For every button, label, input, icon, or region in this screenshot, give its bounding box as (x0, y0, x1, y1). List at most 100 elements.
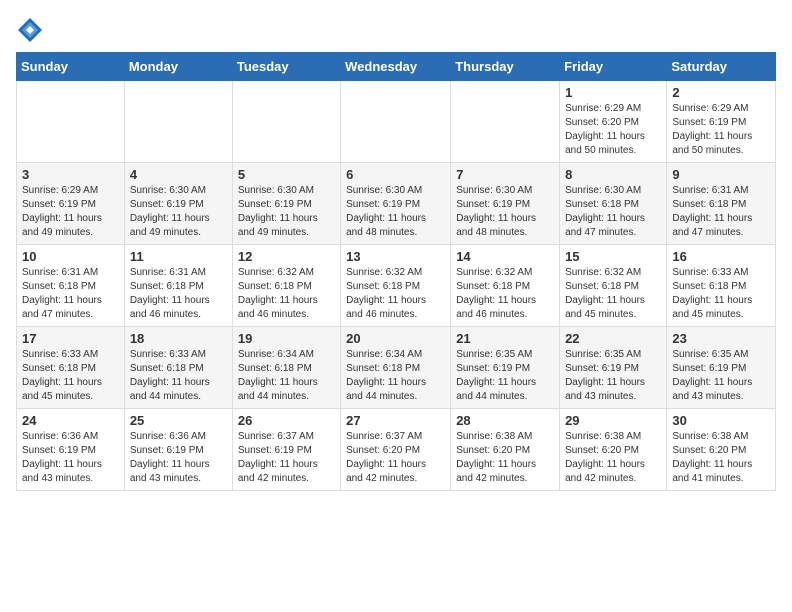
calendar-cell: 27 Sunrise: 6:37 AM Sunset: 6:20 PM Dayli… (341, 409, 451, 491)
calendar-header-row: SundayMondayTuesdayWednesdayThursdayFrid… (17, 53, 776, 81)
calendar-cell: 28 Sunrise: 6:38 AM Sunset: 6:20 PM Dayli… (451, 409, 560, 491)
day-info: Sunrise: 6:33 AM Sunset: 6:18 PM Dayligh… (130, 348, 227, 404)
calendar-cell: 21 Sunrise: 6:35 AM Sunset: 6:19 PM Dayli… (451, 327, 560, 409)
calendar-cell: 23 Sunrise: 6:35 AM Sunset: 6:19 PM Dayli… (667, 327, 776, 409)
page-header (16, 16, 776, 44)
calendar-cell (341, 81, 451, 163)
day-header-sunday: Sunday (17, 53, 125, 81)
day-info: Sunrise: 6:31 AM Sunset: 6:18 PM Dayligh… (672, 184, 770, 240)
day-number: 24 (22, 413, 119, 428)
calendar-cell: 16 Sunrise: 6:33 AM Sunset: 6:18 PM Dayli… (667, 245, 776, 327)
day-header-friday: Friday (560, 53, 667, 81)
day-info: Sunrise: 6:32 AM Sunset: 6:18 PM Dayligh… (238, 266, 335, 322)
day-number: 18 (130, 331, 227, 346)
calendar-cell: 12 Sunrise: 6:32 AM Sunset: 6:18 PM Dayli… (232, 245, 340, 327)
day-info: Sunrise: 6:37 AM Sunset: 6:19 PM Dayligh… (238, 430, 335, 486)
day-info: Sunrise: 6:34 AM Sunset: 6:18 PM Dayligh… (346, 348, 445, 404)
day-header-monday: Monday (124, 53, 232, 81)
day-info: Sunrise: 6:31 AM Sunset: 6:18 PM Dayligh… (130, 266, 227, 322)
day-number: 6 (346, 167, 445, 182)
day-info: Sunrise: 6:29 AM Sunset: 6:19 PM Dayligh… (672, 102, 770, 158)
day-number: 2 (672, 85, 770, 100)
day-number: 5 (238, 167, 335, 182)
day-info: Sunrise: 6:30 AM Sunset: 6:19 PM Dayligh… (130, 184, 227, 240)
day-info: Sunrise: 6:29 AM Sunset: 6:20 PM Dayligh… (565, 102, 661, 158)
calendar-cell: 1Sunrise: 6:29 AM Sunset: 6:20 PM Daylig… (560, 81, 667, 163)
calendar-cell (124, 81, 232, 163)
day-number: 20 (346, 331, 445, 346)
calendar-cell (17, 81, 125, 163)
calendar-cell: 4 Sunrise: 6:30 AM Sunset: 6:19 PM Daylig… (124, 163, 232, 245)
day-info: Sunrise: 6:35 AM Sunset: 6:19 PM Dayligh… (565, 348, 661, 404)
day-number: 29 (565, 413, 661, 428)
day-number: 14 (456, 249, 554, 264)
day-number: 7 (456, 167, 554, 182)
day-number: 21 (456, 331, 554, 346)
day-header-saturday: Saturday (667, 53, 776, 81)
calendar-cell: 17 Sunrise: 6:33 AM Sunset: 6:18 PM Dayli… (17, 327, 125, 409)
day-header-tuesday: Tuesday (232, 53, 340, 81)
day-info: Sunrise: 6:38 AM Sunset: 6:20 PM Dayligh… (672, 430, 770, 486)
day-info: Sunrise: 6:33 AM Sunset: 6:18 PM Dayligh… (22, 348, 119, 404)
day-number: 12 (238, 249, 335, 264)
calendar-cell: 2 Sunrise: 6:29 AM Sunset: 6:19 PM Daylig… (667, 81, 776, 163)
day-info: Sunrise: 6:30 AM Sunset: 6:19 PM Dayligh… (346, 184, 445, 240)
day-number: 19 (238, 331, 335, 346)
calendar-cell: 18 Sunrise: 6:33 AM Sunset: 6:18 PM Dayli… (124, 327, 232, 409)
day-info: Sunrise: 6:33 AM Sunset: 6:18 PM Dayligh… (672, 266, 770, 322)
day-number: 26 (238, 413, 335, 428)
calendar-cell: 7 Sunrise: 6:30 AM Sunset: 6:19 PM Daylig… (451, 163, 560, 245)
calendar-cell: 30 Sunrise: 6:38 AM Sunset: 6:20 PM Dayli… (667, 409, 776, 491)
day-info: Sunrise: 6:36 AM Sunset: 6:19 PM Dayligh… (130, 430, 227, 486)
calendar-cell: 24 Sunrise: 6:36 AM Sunset: 6:19 PM Dayli… (17, 409, 125, 491)
calendar-cell: 13Sunrise: 6:32 AM Sunset: 6:18 PM Dayli… (341, 245, 451, 327)
day-number: 27 (346, 413, 445, 428)
week-row-1: 1Sunrise: 6:29 AM Sunset: 6:20 PM Daylig… (17, 81, 776, 163)
day-number: 8 (565, 167, 661, 182)
logo-icon (16, 16, 44, 44)
day-number: 3 (22, 167, 119, 182)
calendar-cell (451, 81, 560, 163)
day-info: Sunrise: 6:34 AM Sunset: 6:18 PM Dayligh… (238, 348, 335, 404)
day-info: Sunrise: 6:35 AM Sunset: 6:19 PM Dayligh… (456, 348, 554, 404)
day-number: 11 (130, 249, 227, 264)
day-info: Sunrise: 6:36 AM Sunset: 6:19 PM Dayligh… (22, 430, 119, 486)
calendar-cell: 10Sunrise: 6:31 AM Sunset: 6:18 PM Dayli… (17, 245, 125, 327)
day-number: 4 (130, 167, 227, 182)
day-info: Sunrise: 6:32 AM Sunset: 6:18 PM Dayligh… (565, 266, 661, 322)
week-row-3: 10 Sunrise: 6:31 AM Sunset: 6:18 PM Dayli… (17, 245, 776, 327)
day-number: 15 (565, 249, 661, 264)
day-header-wednesday: Wednesday (341, 53, 451, 81)
day-number: 17 (22, 331, 119, 346)
calendar-cell: 6 Sunrise: 6:30 AM Sunset: 6:19 PM Daylig… (341, 163, 451, 245)
calendar-cell: 22 Sunrise: 6:35 AM Sunset: 6:19 PM Dayli… (560, 327, 667, 409)
day-number: 16 (672, 249, 770, 264)
week-row-5: 24 Sunrise: 6:36 AM Sunset: 6:19 PM Dayli… (17, 409, 776, 491)
day-number: 30 (672, 413, 770, 428)
calendar-cell: 29Sunrise: 6:38 AM Sunset: 6:20 PM Dayli… (560, 409, 667, 491)
day-number: 23 (672, 331, 770, 346)
day-info: Sunrise: 6:30 AM Sunset: 6:19 PM Dayligh… (238, 184, 335, 240)
calendar-cell: 8Sunrise: 6:30 AM Sunset: 6:18 PM Daylig… (560, 163, 667, 245)
calendar-body: 1Sunrise: 6:29 AM Sunset: 6:20 PM Daylig… (17, 81, 776, 491)
calendar-cell: 9 Sunrise: 6:31 AM Sunset: 6:18 PM Daylig… (667, 163, 776, 245)
day-info: Sunrise: 6:38 AM Sunset: 6:20 PM Dayligh… (456, 430, 554, 486)
day-info: Sunrise: 6:32 AM Sunset: 6:18 PM Dayligh… (346, 266, 445, 322)
week-row-2: 3Sunrise: 6:29 AM Sunset: 6:19 PM Daylig… (17, 163, 776, 245)
day-header-thursday: Thursday (451, 53, 560, 81)
calendar-cell: 19 Sunrise: 6:34 AM Sunset: 6:18 PM Dayli… (232, 327, 340, 409)
day-info: Sunrise: 6:30 AM Sunset: 6:19 PM Dayligh… (456, 184, 554, 240)
day-number: 9 (672, 167, 770, 182)
week-row-4: 17 Sunrise: 6:33 AM Sunset: 6:18 PM Dayli… (17, 327, 776, 409)
day-number: 10 (22, 249, 119, 264)
calendar-cell: 25Sunrise: 6:36 AM Sunset: 6:19 PM Dayli… (124, 409, 232, 491)
calendar-cell: 20 Sunrise: 6:34 AM Sunset: 6:18 PM Dayli… (341, 327, 451, 409)
day-number: 22 (565, 331, 661, 346)
calendar-cell (232, 81, 340, 163)
calendar-cell: 11 Sunrise: 6:31 AM Sunset: 6:18 PM Dayli… (124, 245, 232, 327)
logo (16, 16, 48, 44)
day-info: Sunrise: 6:32 AM Sunset: 6:18 PM Dayligh… (456, 266, 554, 322)
day-number: 28 (456, 413, 554, 428)
day-info: Sunrise: 6:35 AM Sunset: 6:19 PM Dayligh… (672, 348, 770, 404)
day-info: Sunrise: 6:37 AM Sunset: 6:20 PM Dayligh… (346, 430, 445, 486)
